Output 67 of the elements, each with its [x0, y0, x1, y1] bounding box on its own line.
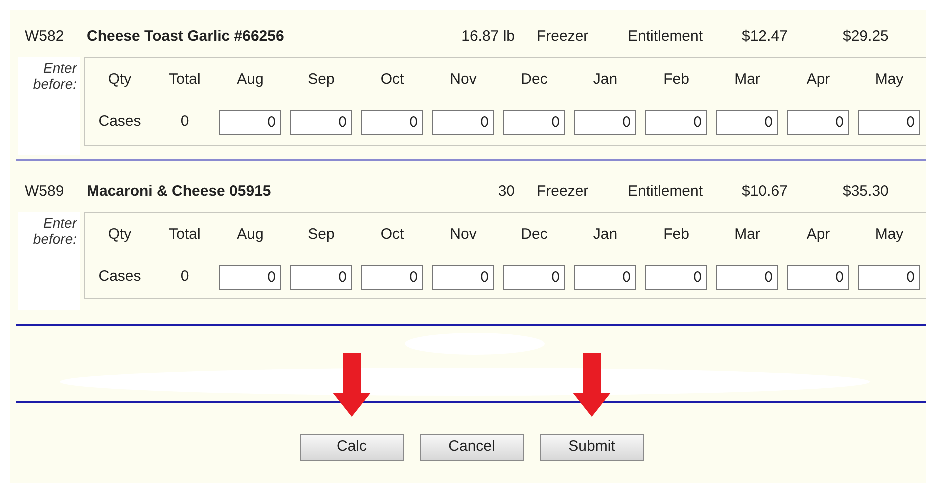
- month-header: Feb: [664, 70, 690, 88]
- month-header: Apr: [806, 70, 830, 88]
- month-header: Mar: [734, 70, 760, 88]
- quantity-input[interactable]: 0: [787, 110, 849, 134]
- action-button[interactable]: Cancel: [420, 434, 524, 461]
- month-header: Jan: [593, 226, 618, 243]
- quantity-input[interactable]: 0: [219, 264, 281, 290]
- month-header: May: [875, 226, 904, 243]
- quantity-input[interactable]: 0: [432, 264, 494, 290]
- column-header: Qty: [108, 70, 132, 88]
- quantity-input[interactable]: 0: [787, 264, 849, 290]
- quantity-input[interactable]: 0: [503, 110, 565, 134]
- program-label: Entitlement: [628, 26, 704, 47]
- quantity-input[interactable]: 0: [219, 110, 281, 134]
- column-header: Qty: [108, 226, 132, 243]
- month-header: Sep: [308, 226, 335, 243]
- quantity-input[interactable]: 0: [574, 110, 636, 134]
- month-header: Aug: [237, 70, 264, 88]
- total-quantity: 0: [180, 112, 190, 130]
- quantity-input[interactable]: 0: [858, 110, 920, 134]
- column-header: Total: [169, 226, 201, 243]
- quantity-input[interactable]: 0: [858, 264, 920, 290]
- item-name: Macaroni & Cheese 05915: [87, 182, 272, 202]
- quantity-input[interactable]: 0: [716, 264, 778, 290]
- month-header: Dec: [521, 70, 548, 88]
- month-header: Oct: [380, 226, 404, 243]
- month-header: Nov: [450, 226, 477, 243]
- quantity-input[interactable]: 0: [645, 110, 707, 134]
- quantity-input[interactable]: 0: [290, 110, 352, 134]
- quantity-input[interactable]: 0: [432, 110, 494, 134]
- quantity-input[interactable]: 0: [503, 264, 565, 290]
- item-code: W582: [25, 26, 66, 47]
- quantity-input[interactable]: 0: [716, 110, 778, 134]
- item-weight: 16.87 lb: [460, 26, 515, 47]
- quantity-input[interactable]: 0: [574, 264, 636, 290]
- storage-type: Freezer: [537, 26, 590, 47]
- month-header: Jan: [593, 70, 618, 88]
- month-header: Dec: [521, 226, 548, 243]
- quantity-input[interactable]: 0: [645, 264, 707, 290]
- quantity-input[interactable]: 0: [361, 110, 423, 134]
- storage-type: Freezer: [537, 182, 590, 202]
- item-code: W589: [25, 182, 66, 202]
- unit-price: $12.47: [742, 26, 789, 47]
- month-header: Mar: [734, 226, 760, 243]
- month-header: Apr: [806, 226, 830, 243]
- column-header: Total: [169, 70, 201, 88]
- item-weight: 30: [497, 182, 515, 202]
- item-name: Cheese Toast Garlic #66256: [87, 26, 286, 47]
- unit-label: Cases: [98, 268, 142, 285]
- month-header: Aug: [237, 226, 264, 243]
- total-quantity: 0: [180, 268, 190, 285]
- action-button[interactable]: Calc: [300, 434, 404, 461]
- unit-price: $10.67: [742, 182, 789, 202]
- month-header: May: [875, 70, 904, 88]
- month-header: Oct: [380, 70, 404, 88]
- total-price: $35.30: [843, 182, 890, 202]
- unit-label: Cases: [98, 112, 142, 130]
- enter-before-label: Enter before:: [32, 215, 77, 249]
- program-label: Entitlement: [628, 182, 704, 202]
- quantity-input[interactable]: 0: [361, 264, 423, 290]
- month-header: Nov: [450, 70, 477, 88]
- enter-before-label: Enter before:: [32, 60, 77, 94]
- quantity-input[interactable]: 0: [290, 264, 352, 290]
- month-header: Feb: [664, 226, 690, 243]
- month-header: Sep: [308, 70, 335, 88]
- total-price: $29.25: [843, 26, 890, 47]
- action-button[interactable]: Submit: [540, 434, 644, 461]
